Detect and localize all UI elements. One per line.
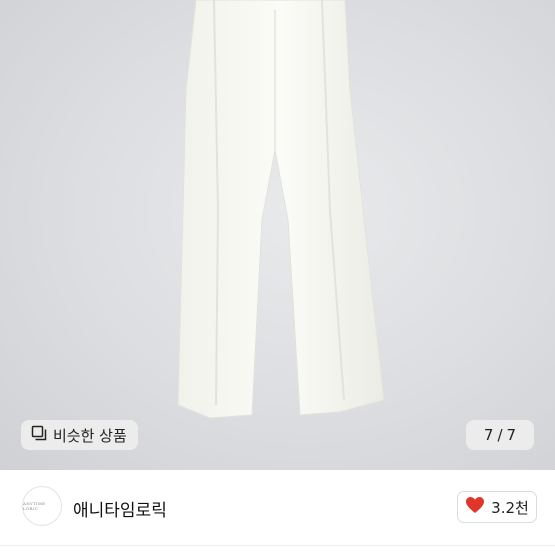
pants-illustration: [177, 0, 385, 419]
divider: [0, 545, 555, 546]
similar-items-icon: [31, 425, 47, 445]
like-button[interactable]: 3.2천: [457, 491, 537, 523]
image-counter-current: 7: [483, 426, 494, 444]
product-image[interactable]: [0, 0, 555, 470]
like-count: 3.2천: [491, 498, 529, 517]
seller-name[interactable]: 애니타임로릭: [73, 496, 167, 521]
image-counter: 7 / 7: [466, 420, 534, 450]
seller-avatar[interactable]: ANYTIME LORIC: [22, 486, 62, 526]
similar-items-label: 비슷한 상품: [53, 426, 127, 445]
image-counter-total: 7: [506, 426, 517, 444]
image-counter-separator: /: [497, 426, 503, 444]
seller-section: ANYTIME LORIC 애니타임로릭 3.2천: [0, 470, 555, 555]
heart-icon: [465, 496, 485, 518]
seller-logo-text: ANYTIME LORIC: [23, 501, 46, 511]
similar-items-button[interactable]: 비슷한 상품: [21, 420, 138, 450]
